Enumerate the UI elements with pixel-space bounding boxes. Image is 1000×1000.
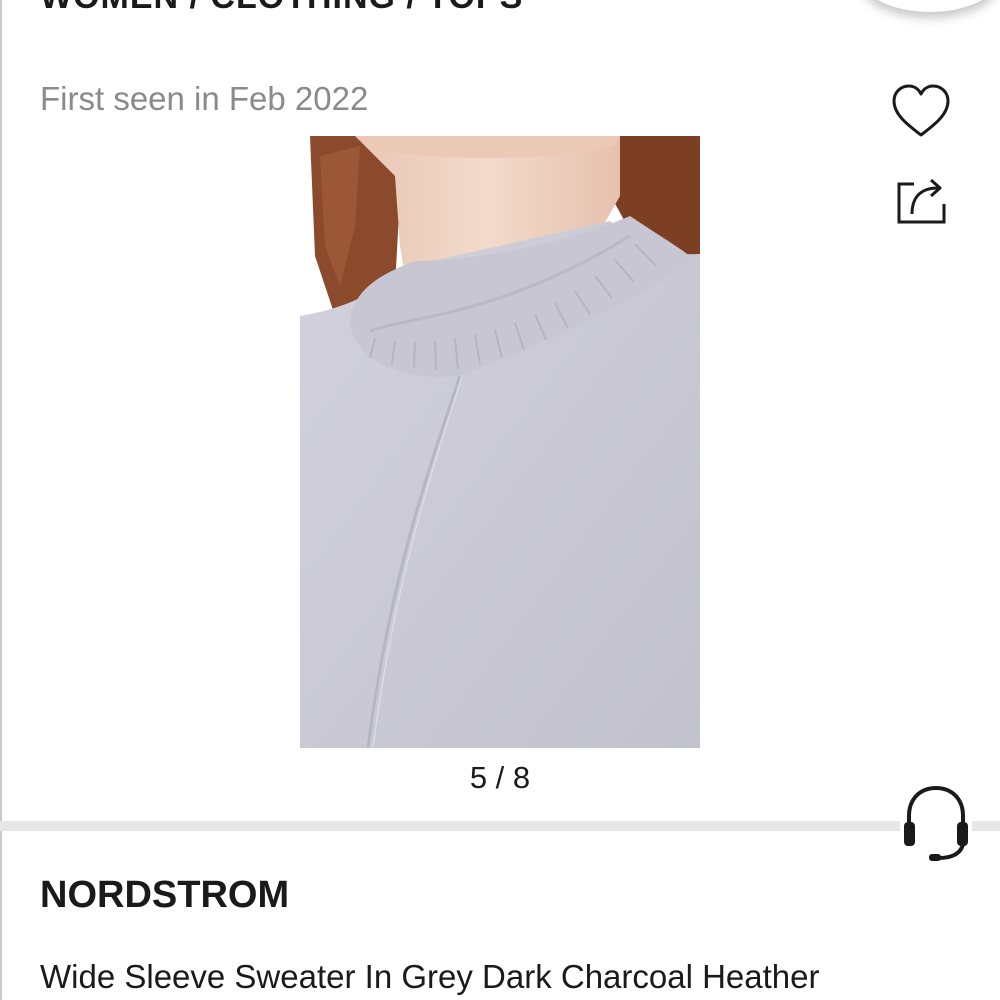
- product-title: Wide Sleeve Sweater In Grey Dark Charcoa…: [40, 958, 820, 995]
- brand-name[interactable]: NORDSTROM: [40, 874, 289, 917]
- image-counter: 5 / 8: [469, 760, 531, 795]
- favorite-button[interactable]: [888, 80, 954, 142]
- sweater-photo: [300, 136, 700, 748]
- share-button[interactable]: [890, 170, 952, 228]
- share-icon: [897, 178, 946, 224]
- product-detail-page: WOMEN / CLOTHING / TOPS First seen in Fe…: [0, 0, 1000, 1000]
- support-button[interactable]: [900, 780, 972, 864]
- headset-icon: [904, 785, 968, 861]
- section-divider: [0, 821, 1000, 831]
- heart-icon: [892, 84, 950, 137]
- breadcrumb[interactable]: WOMEN / CLOTHING / TOPS: [40, 0, 523, 17]
- first-seen-date: First seen in Feb 2022: [40, 80, 369, 117]
- product-image[interactable]: [300, 136, 700, 748]
- left-border: [0, 0, 2, 1000]
- top-right-button[interactable]: [860, 0, 1000, 12]
